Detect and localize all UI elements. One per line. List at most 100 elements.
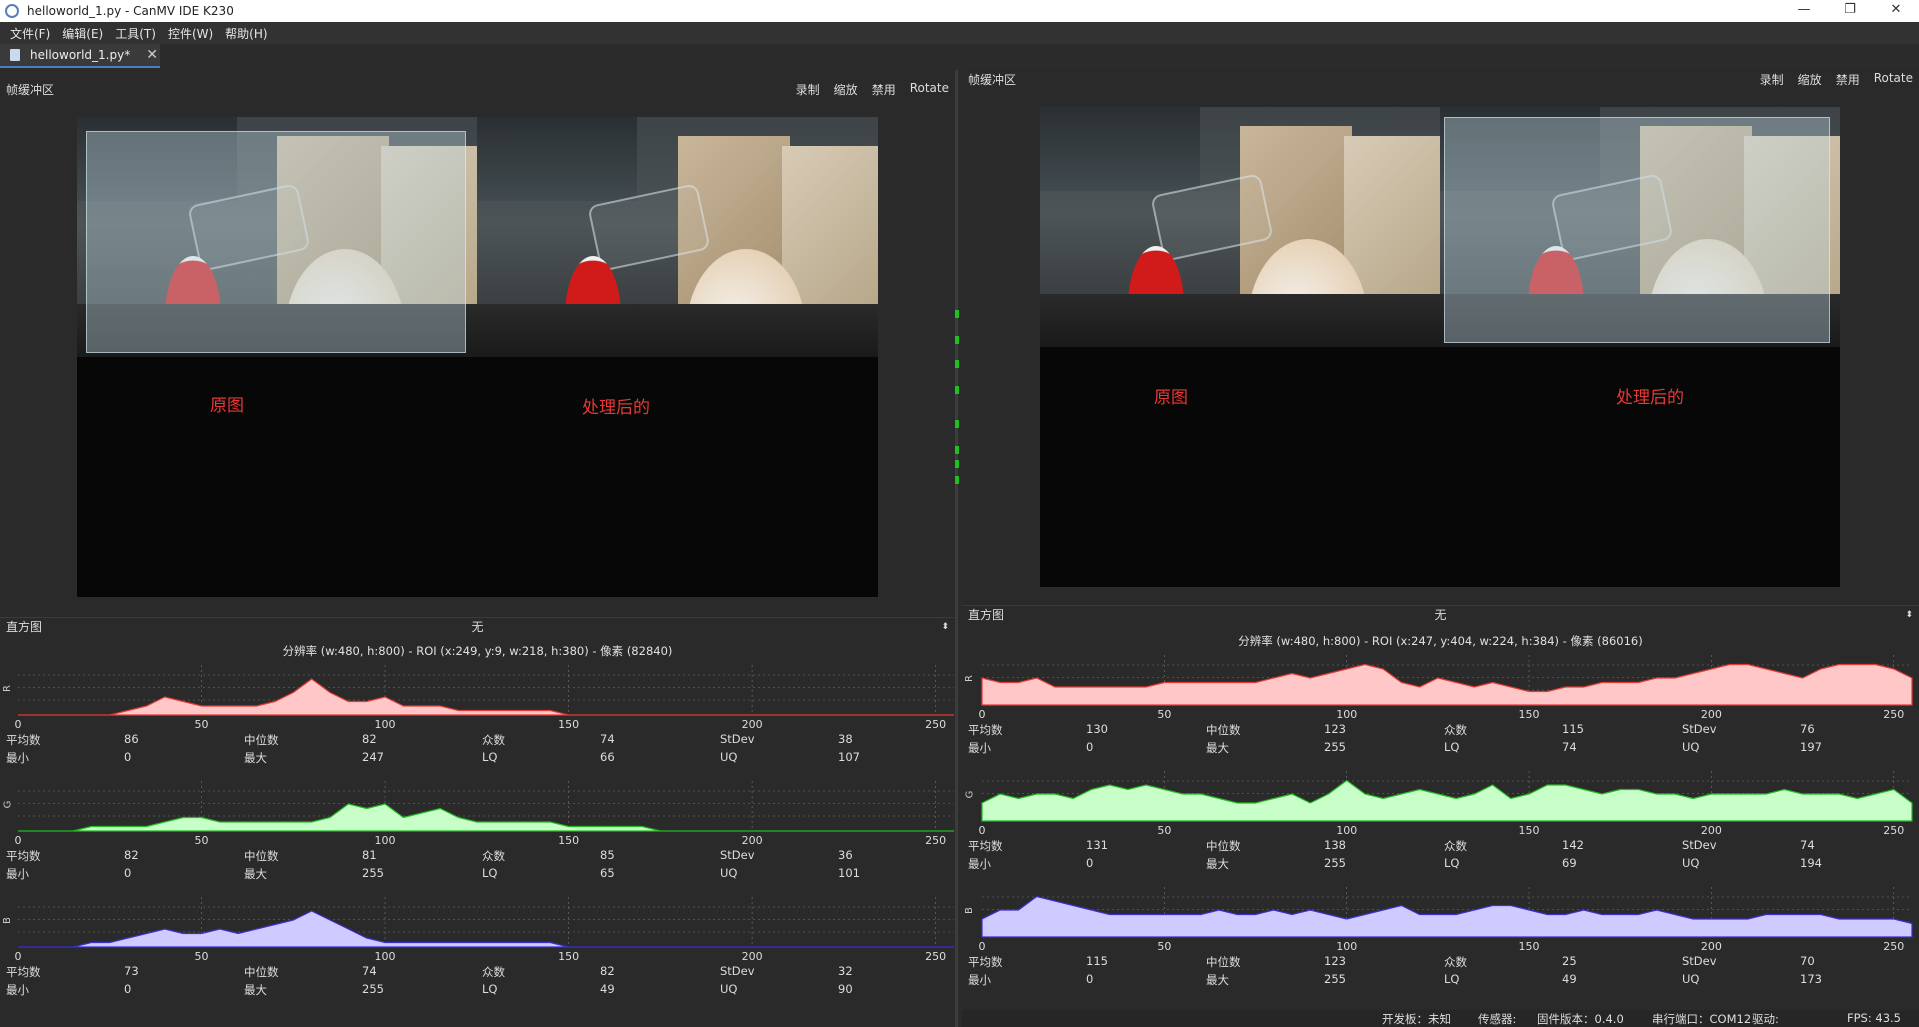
axis-tick-label: 50 (1157, 940, 1171, 953)
histogram-plot-b: 0 50 100 150 200 250 (15, 897, 954, 963)
menu-help[interactable]: 帮助(H) (225, 25, 267, 42)
status-board: 开发板：未知 (1382, 1012, 1451, 1026)
dropdown-arrow-icon[interactable]: ⬍ (941, 622, 949, 632)
channel-label-r: R (1, 685, 13, 692)
status-serial-port: 串行端口：COM12 (1652, 1012, 1752, 1026)
axis-tick-label: 250 (925, 834, 946, 847)
disable-button[interactable]: 禁用 (1836, 71, 1860, 88)
window-controls: — ❐ ✕ (1781, 0, 1919, 22)
stat-label-uq: UQ (1682, 740, 1700, 754)
stat-label-max: 最大 (244, 751, 267, 765)
stat-value-median: 123 (1324, 954, 1346, 968)
histogram-mode-select[interactable]: 无 (471, 618, 483, 635)
stat-value-mode: 115 (1562, 722, 1584, 736)
minimize-button[interactable]: — (1781, 0, 1827, 22)
maximize-button[interactable]: ❐ (1827, 0, 1873, 22)
menu-widgets[interactable]: 控件(W) (168, 25, 213, 42)
editor-tab-bar: helloworld_1.py* ✕ (0, 44, 1919, 68)
stat-label-lq: LQ (1444, 972, 1460, 986)
histogram-plot-r: 0 50 100 150 200 250 (979, 655, 1913, 721)
stat-value-mean: 115 (1086, 954, 1108, 968)
stat-value-stdev: 32 (838, 964, 853, 978)
stat-label-median: 中位数 (244, 733, 279, 747)
stat-label-uq: UQ (720, 982, 738, 996)
axis-tick-label: 150 (1519, 940, 1540, 953)
app-icon (5, 4, 19, 18)
stat-value-median: 123 (1324, 722, 1346, 736)
record-button[interactable]: 录制 (1760, 71, 1784, 88)
frame-buffer-image: 原图 处理后的 (1040, 107, 1840, 587)
stat-label-uq: UQ (1682, 972, 1700, 986)
stat-value-mode: 25 (1562, 954, 1577, 968)
stat-value-max: 255 (362, 982, 384, 996)
histogram-header: 直方图 无 ⬍ (962, 605, 1919, 623)
dropdown-arrow-icon[interactable]: ⬍ (1905, 610, 1913, 620)
axis-tick-label: 150 (558, 718, 579, 731)
histogram-stats-row: 平均数 130 中位数 123 众数 115 StDev 76 (968, 722, 1913, 738)
processed-photo (477, 117, 878, 357)
stat-value-min: 0 (124, 982, 132, 996)
status-bar: 开发板：未知 传感器: 固件版本：0.4.0 串行端口：COM12 驱动: FP… (962, 1010, 1919, 1027)
axis-tick-label: 50 (195, 834, 209, 847)
scroll-markers (955, 310, 959, 490)
stat-label-lq: LQ (482, 866, 498, 880)
axis-tick-label: 50 (1157, 824, 1171, 837)
stat-value-uq: 90 (838, 982, 853, 996)
zoom-button[interactable]: 缩放 (1798, 71, 1822, 88)
menu-edit[interactable]: 编辑(E) (62, 25, 103, 42)
frame-buffer-header: 帧缓冲区 录制 缩放 禁用 Rotate (962, 68, 1919, 90)
stat-value-stdev: 70 (1800, 954, 1815, 968)
tab-close-icon[interactable]: ✕ (146, 47, 158, 63)
channel-label-g: G (2, 800, 14, 809)
rotate-button[interactable]: Rotate (1874, 71, 1913, 88)
stat-label-min: 最小 (6, 983, 29, 997)
histogram-stats-row: 平均数 73 中位数 74 众数 82 StDev 32 (6, 964, 949, 980)
stat-value-lq: 65 (600, 866, 615, 880)
disable-button[interactable]: 禁用 (872, 81, 896, 98)
axis-tick-label: 50 (1157, 708, 1171, 721)
stat-value-lq: 49 (600, 982, 615, 996)
tab-helloworld[interactable]: helloworld_1.py* ✕ (0, 44, 160, 68)
stat-label-median: 中位数 (1206, 955, 1241, 969)
histogram-stats-row: 最小 0 最大 255 LQ 69 UQ 194 (968, 856, 1913, 872)
histogram-area-r (18, 678, 954, 716)
axis-tick-label: 150 (1519, 708, 1540, 721)
axis-tick-label: 250 (925, 718, 946, 731)
stat-label-lq: LQ (482, 750, 498, 764)
stat-label-median: 中位数 (244, 849, 279, 863)
stat-value-median: 81 (362, 848, 377, 862)
stat-value-uq: 194 (1800, 856, 1822, 870)
stat-value-median: 138 (1324, 838, 1346, 852)
left-frame-panel: 帧缓冲区 录制 缩放 禁用 Rotate 原图 处理后的 直方图 无 ⬍ 分辨率… (0, 70, 959, 1027)
stat-label-mode: 众数 (482, 849, 505, 863)
stat-label-uq: UQ (720, 750, 738, 764)
stat-value-mode: 74 (600, 732, 615, 746)
histogram-title: 直方图 (968, 608, 1005, 622)
caption-original: 原图 (1154, 388, 1188, 408)
axis-tick-label: 200 (1701, 824, 1722, 837)
stat-label-max: 最大 (1206, 741, 1229, 755)
histogram-stats-row: 平均数 115 中位数 123 众数 25 StDev 70 (968, 954, 1913, 970)
axis-tick-label: 0 (979, 824, 986, 837)
close-button[interactable]: ✕ (1873, 0, 1919, 22)
zoom-button[interactable]: 缩放 (834, 81, 858, 98)
stat-label-median: 中位数 (1206, 839, 1241, 853)
menu-file[interactable]: 文件(F) (10, 25, 50, 42)
axis-tick-label: 150 (1519, 824, 1540, 837)
rotate-button[interactable]: Rotate (910, 81, 949, 98)
stat-value-uq: 107 (838, 750, 860, 764)
frame-buffer-title: 帧缓冲区 (968, 72, 1017, 87)
menu-tools[interactable]: 工具(T) (115, 25, 156, 42)
frame-buffer-header: 帧缓冲区 录制 缩放 禁用 Rotate (0, 78, 955, 100)
record-button[interactable]: 录制 (796, 81, 820, 98)
stat-label-max: 最大 (244, 983, 267, 997)
stat-value-mean: 86 (124, 732, 139, 746)
stat-value-uq: 197 (1800, 740, 1822, 754)
axis-tick-label: 150 (558, 834, 579, 847)
stat-label-mode: 众数 (482, 733, 505, 747)
axis-tick-label: 100 (375, 950, 396, 963)
stat-label-uq: UQ (1682, 856, 1700, 870)
histogram-mode-select[interactable]: 无 (1434, 606, 1446, 623)
axis-tick-label: 250 (925, 950, 946, 963)
axis-tick-label: 250 (1883, 824, 1904, 837)
